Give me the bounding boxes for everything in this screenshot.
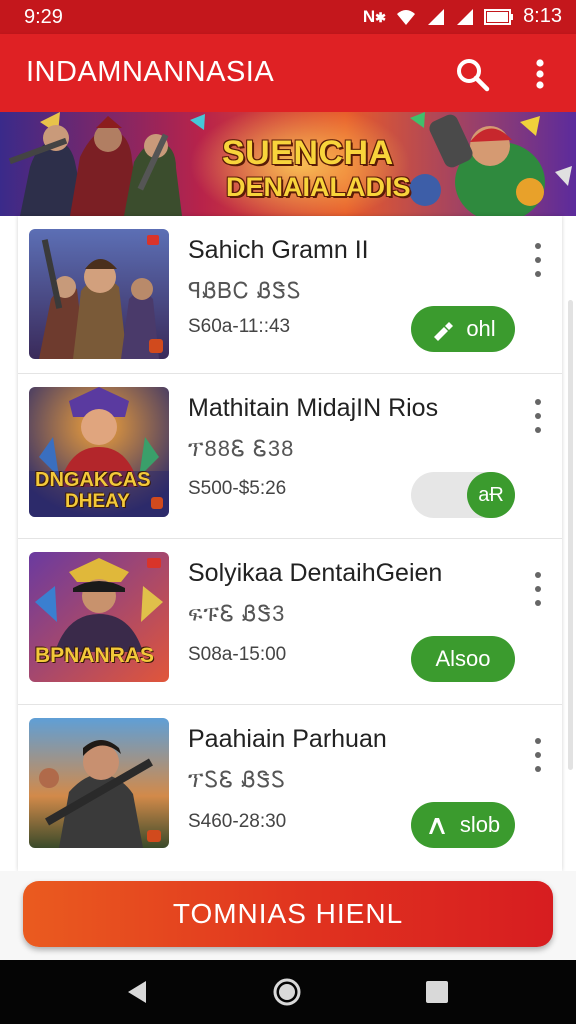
thumb-text-1: BPNANRAS <box>35 644 155 667</box>
search-icon[interactable] <box>452 54 492 94</box>
game-action-label: Alsoo <box>435 646 491 671</box>
game-title: Sahich Gramn II <box>188 236 369 264</box>
more-vert-icon[interactable] <box>522 54 558 94</box>
list-item[interactable]: BPNANRAS Solyikaa DentaihGeien ፍፑᏋ ᏰᏕ3 S… <box>18 539 562 704</box>
list-item[interactable]: Sahich Gramn II ꟼᏰᏴᏟ ᏰᏕᏚ S60a-11::43 ohl <box>18 216 562 381</box>
game-title: Solyikaa DentaihGeien <box>188 559 443 587</box>
list-item[interactable]: DNGAKCAS DHEAY Mathitain MidajIN Rios ፕ8… <box>18 374 562 539</box>
promo-banner[interactable]: SUENCHA DENAIALADIS <box>0 112 576 216</box>
game-subtitle: ፕᏚᏋ ᏰᏕᏚ <box>188 767 286 792</box>
app-bar: INDAMNANNASIA <box>0 34 576 112</box>
game-art <box>29 718 169 848</box>
nfc-icon: N✱ <box>362 6 387 26</box>
game-title: Mathitain MidajIN Rios <box>188 394 439 422</box>
game-thumbnail[interactable] <box>29 718 169 848</box>
game-subtitle: ፕ88Ꮛ Ꮛ38 <box>188 436 295 461</box>
game-thumbnail[interactable]: DNGAKCAS DHEAY <box>29 387 169 517</box>
status-time: 9:29 <box>24 6 63 28</box>
game-action-button[interactable]: Alsoo <box>411 636 515 682</box>
recents-icon[interactable] <box>421 976 453 1008</box>
game-thumbnail[interactable]: BPNANRAS <box>29 552 169 682</box>
game-meta: S500-$5:26 <box>188 478 287 499</box>
signal-2-icon <box>457 8 474 25</box>
pencil-icon <box>428 818 445 834</box>
banner-title-line1: SUENCHA <box>222 134 394 172</box>
game-meta: S60a-11::43 <box>188 316 291 337</box>
game-subtitle: ꟼᏰᏴᏟ ᏰᏕᏚ <box>188 278 302 303</box>
game-title: Paahiain Parhuan <box>188 725 387 753</box>
thumb-text-1: DNGAKCAS <box>35 469 151 491</box>
game-thumbnail[interactable] <box>29 229 169 359</box>
banner-title-line2: DENAIALADIS <box>226 172 411 202</box>
toggle-knob: aɌ <box>467 472 515 518</box>
game-meta: S460-28:30 <box>188 811 287 832</box>
game-toggle[interactable]: aɌ <box>411 472 515 518</box>
system-nav-bar <box>0 960 576 1024</box>
list-item[interactable]: Paahiain Parhuan ፕᏚᏋ ᏰᏕᏚ S460-28:30 slob <box>18 705 562 870</box>
thumb-text-2: DHEAY <box>65 491 130 512</box>
game-list: Sahich Gramn II ꟼᏰᏴᏟ ᏰᏕᏚ S60a-11::43 ohl <box>18 216 562 871</box>
more-vert-icon[interactable] <box>530 396 546 436</box>
game-action-button[interactable]: ohl <box>411 306 515 352</box>
back-icon[interactable] <box>122 976 154 1008</box>
game-meta: S08a-15:00 <box>188 644 287 665</box>
game-action-label: ohl <box>466 316 496 341</box>
pencil-arrow-icon <box>434 322 454 341</box>
battery-icon <box>484 8 514 25</box>
game-action-button[interactable]: slob <box>411 802 515 848</box>
game-art <box>29 229 169 359</box>
status-icons: N✱ 8:13 <box>363 5 562 28</box>
game-subtitle: ፍፑᏋ ᏰᏕ3 <box>188 601 286 626</box>
more-vert-icon[interactable] <box>530 735 546 775</box>
signal-icon <box>428 8 445 25</box>
app-title: INDAMNANNASIA <box>26 56 275 88</box>
home-icon[interactable] <box>271 976 303 1008</box>
primary-cta-button[interactable]: TOMNIAS HIENL <box>23 881 553 947</box>
wifi-icon <box>397 9 416 25</box>
more-vert-icon[interactable] <box>530 569 546 609</box>
game-action-label: slob <box>459 812 501 837</box>
status-bar: 9:29 N✱ 8:13 <box>0 0 576 34</box>
status-right-time: 8:13 <box>523 5 562 27</box>
scrollbar[interactable] <box>568 300 573 770</box>
more-vert-icon[interactable] <box>530 240 546 280</box>
